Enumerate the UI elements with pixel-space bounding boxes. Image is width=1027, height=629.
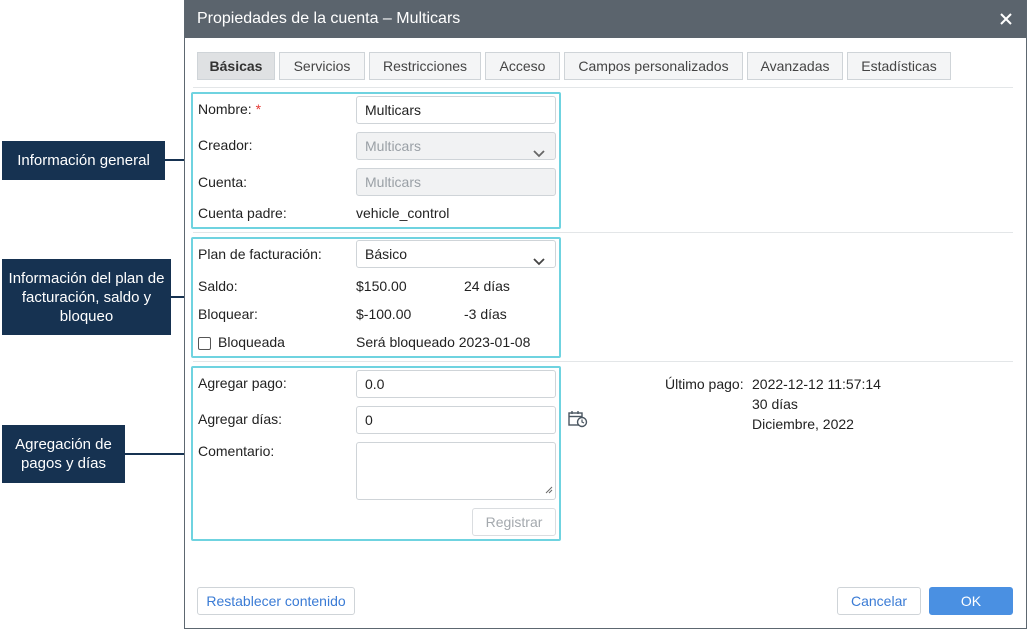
callout-billing-text: Información del plan de facturación, sal… [8,269,165,325]
chevron-down-icon [533,249,545,275]
billing-plan-label: Plan de facturación: [198,246,322,262]
name-input[interactable] [356,96,556,124]
callout-general-info: Información general [2,141,165,180]
last-payment-month: Diciembre, 2022 [752,416,854,432]
creator-label: Creador: [198,137,253,153]
will-block-text: Será bloqueado 2023-01-08 [356,334,531,350]
tab-estadisticas[interactable]: Estadísticas [847,52,951,80]
tab-basicas[interactable]: Básicas [197,52,275,80]
required-mark: * [255,101,262,117]
screenshot-stage: Información general Información del plan… [0,0,1027,629]
tab-campos-personalizados[interactable]: Campos personalizados [564,52,743,80]
tab-avanzadas[interactable]: Avanzadas [747,52,843,80]
block-value: $-100.00 [356,306,412,322]
name-label: Nombre: * [198,101,261,117]
calendar-clock-icon[interactable] [568,410,588,431]
last-payment-label: Último pago: [665,376,744,392]
tab-acceso[interactable]: Acceso [485,52,560,80]
billing-plan-value: Básico [365,246,408,262]
callout-payment-text: Agregación de pagos y días [15,436,112,472]
tab-restricciones[interactable]: Restricciones [369,52,481,80]
resize-grip-icon[interactable] [545,481,553,497]
chevron-down-icon [533,141,545,167]
account-properties-dialog: Propiedades de la cuenta – Multicars Bás… [184,0,1027,629]
parent-account-label: Cuenta padre: [198,205,287,221]
register-button[interactable]: Registrar [472,508,556,536]
name-label-text: Nombre: [198,101,252,117]
blocked-checkbox[interactable] [198,337,211,350]
creator-select: Multicars [356,132,556,160]
add-payment-label: Agregar pago: [198,375,287,391]
parent-account-value: vehicle_control [356,205,450,221]
account-field: Multicars [356,168,556,196]
billing-plan-select[interactable]: Básico [356,240,556,268]
comment-label: Comentario: [198,443,275,459]
close-icon[interactable] [996,9,1016,29]
ok-button[interactable]: OK [929,587,1013,615]
add-payment-input[interactable] [356,370,556,398]
tab-servicios[interactable]: Servicios [279,52,365,80]
add-days-label: Agregar días: [198,411,283,427]
block-days: -3 días [464,306,507,322]
reset-content-button[interactable]: Restablecer contenido [197,587,355,615]
balance-days: 24 días [464,278,510,294]
dialog-title: Propiedades de la cuenta – Multicars [197,10,461,27]
comment-textarea[interactable] [356,442,556,500]
callout-payment-info: Agregación de pagos y días [2,425,125,483]
last-payment-days: 30 días [752,396,798,412]
callout-billing-info: Información del plan de facturación, sal… [2,259,171,335]
account-label: Cuenta: [198,174,248,190]
balance-value: $150.00 [356,278,407,294]
callout-general-text: Información general [17,152,150,169]
blocked-label: Bloqueada [218,334,285,350]
dialog-titlebar: Propiedades de la cuenta – Multicars [185,0,1026,38]
last-payment-date: 2022-12-12 11:57:14 [752,376,881,392]
section-divider-2 [193,361,1013,362]
account-field-value: Multicars [365,174,422,190]
callout-payment-leader [125,453,188,455]
block-label: Bloquear: [198,306,258,322]
add-days-input[interactable] [356,406,556,434]
cancel-button[interactable]: Cancelar [837,587,921,615]
balance-label: Saldo: [198,278,238,294]
creator-select-value: Multicars [365,138,422,154]
section-divider-1 [193,232,1013,233]
tabs-divider [193,87,1013,88]
